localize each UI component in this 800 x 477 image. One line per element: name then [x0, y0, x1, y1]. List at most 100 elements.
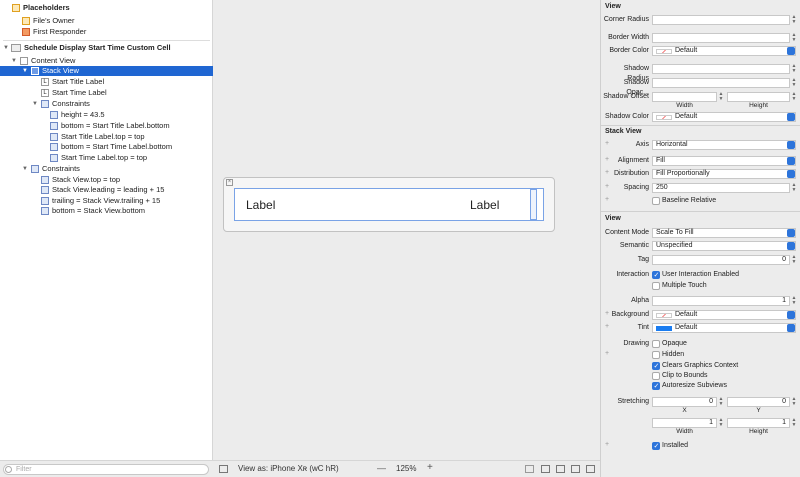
- outline-constraint[interactable]: Start Title Label.top = top: [0, 132, 213, 142]
- border-width-field[interactable]: [652, 33, 790, 43]
- stretch-width-stepper[interactable]: ▲ ▼: [718, 418, 724, 428]
- outline-constraint[interactable]: Stack View.top = top: [0, 175, 213, 185]
- add-variation-icon[interactable]: +: [605, 350, 609, 357]
- spacing-field[interactable]: 250: [652, 183, 790, 193]
- outline-start-title-label[interactable]: L Start Title Label: [0, 77, 213, 87]
- distribution-popup[interactable]: Fill Proportionally: [652, 169, 796, 179]
- embed-in-icon[interactable]: [541, 465, 550, 473]
- shadow-opacity-stepper[interactable]: ▲ ▼: [791, 78, 797, 88]
- align-icon[interactable]: [556, 465, 565, 473]
- zoom-in-button[interactable]: +: [427, 462, 433, 473]
- semantic-popup[interactable]: Unspecified: [652, 241, 796, 251]
- height-constraint-icon: [50, 111, 58, 119]
- disclosure-triangle-icon[interactable]: ▼: [21, 164, 29, 174]
- baseline-relative-checkbox[interactable]: [652, 197, 660, 205]
- corner-radius-label: Corner Radius: [603, 16, 649, 23]
- chevron-down-icon: [787, 170, 795, 178]
- stack-view-frame[interactable]: Label Label: [234, 188, 544, 221]
- background-popup[interactable]: Default: [652, 310, 796, 320]
- resolve-issues-icon[interactable]: [586, 465, 595, 473]
- view-as-device[interactable]: View as: iPhone Xʀ (wC hR): [238, 464, 339, 473]
- tag-field[interactable]: 0: [652, 255, 790, 265]
- installed-checkbox[interactable]: [652, 442, 660, 450]
- outline-content-view[interactable]: ▼ Content View: [0, 56, 213, 66]
- alpha-field[interactable]: 1: [652, 296, 790, 306]
- outline-constraint[interactable]: bottom = Start Time Label.bottom: [0, 142, 213, 152]
- shadow-offset-height-field[interactable]: [727, 92, 790, 102]
- alignment-popup[interactable]: Fill: [652, 156, 796, 166]
- chevron-down-icon: [787, 113, 795, 121]
- outline-constraints-outer[interactable]: ▼ Constraints: [0, 164, 213, 174]
- add-variation-icon[interactable]: +: [605, 441, 609, 448]
- bottom-bar: Filter View as: iPhone Xʀ (wC hR) — 125%…: [0, 460, 600, 477]
- filter-input[interactable]: Filter: [3, 464, 209, 475]
- clears-graphics-checkbox[interactable]: [652, 362, 660, 370]
- outline-constraint[interactable]: bottom = Stack View.bottom: [0, 206, 213, 216]
- shadow-opacity-field[interactable]: [652, 78, 790, 88]
- content-mode-popup[interactable]: Scale To Fill: [652, 228, 796, 238]
- shadow-offset-width-stepper[interactable]: ▲ ▼: [718, 92, 724, 102]
- outline-constraints-inner[interactable]: ▼ Constraints: [0, 99, 213, 109]
- stretch-y-stepper[interactable]: ▲ ▼: [791, 397, 797, 407]
- opaque-checkbox[interactable]: [652, 340, 660, 348]
- disclosure-triangle-icon[interactable]: ▼: [21, 66, 29, 76]
- outline-constraint[interactable]: Start Time Label.top = top: [0, 153, 213, 163]
- outline-constraint[interactable]: Stack View.leading = leading + 15: [0, 185, 213, 195]
- outline-start-time-label[interactable]: L Start Time Label: [0, 88, 213, 98]
- outline-files-owner[interactable]: File's Owner: [0, 16, 213, 26]
- update-frames-icon[interactable]: [525, 465, 534, 473]
- stretch-height-field[interactable]: 1: [727, 418, 790, 428]
- axis-label: Axis: [635, 141, 649, 148]
- multiple-touch-checkbox[interactable]: [652, 282, 660, 290]
- interface-builder-canvas[interactable]: × Label Label: [213, 0, 600, 460]
- shadow-radius-stepper[interactable]: ▲ ▼: [791, 64, 797, 74]
- add-variation-icon[interactable]: +: [605, 196, 609, 203]
- zoom-out-button[interactable]: —: [377, 463, 386, 473]
- stretch-height-stepper[interactable]: ▲ ▼: [791, 418, 797, 428]
- border-width-stepper[interactable]: ▲ ▼: [791, 33, 797, 43]
- placeholders-header[interactable]: Placeholders: [0, 3, 213, 13]
- stretch-x-field[interactable]: 0: [652, 397, 717, 407]
- sidebar-toggle-icon[interactable]: [219, 465, 228, 473]
- close-icon[interactable]: ×: [226, 179, 233, 186]
- disclosure-triangle-icon[interactable]: ▼: [10, 56, 18, 66]
- outline-cell[interactable]: ▼ Schedule Display Start Time Custom Cel…: [0, 43, 213, 53]
- height-caption: Height: [749, 102, 768, 109]
- outline-constraint[interactable]: trailing = Stack View.trailing + 15: [0, 196, 213, 206]
- border-color-popup[interactable]: Default: [652, 46, 796, 56]
- shadow-color-popup[interactable]: Default: [652, 112, 796, 122]
- outline-first-responder[interactable]: First Responder: [0, 27, 213, 37]
- spacing-stepper[interactable]: ▲ ▼: [791, 183, 797, 193]
- resize-handle[interactable]: [530, 189, 537, 220]
- stretch-width-field[interactable]: 1: [652, 418, 717, 428]
- shadow-offset-height-stepper[interactable]: ▲ ▼: [791, 92, 797, 102]
- disclosure-triangle-icon[interactable]: ▼: [2, 43, 10, 53]
- stretch-y-field[interactable]: 0: [727, 397, 790, 407]
- shadow-offset-width-field[interactable]: [652, 92, 717, 102]
- alpha-label: Alpha: [631, 297, 649, 304]
- add-constraints-icon[interactable]: [571, 465, 580, 473]
- alpha-stepper[interactable]: ▲ ▼: [791, 296, 797, 306]
- clip-to-bounds-checkbox[interactable]: [652, 372, 660, 380]
- stretch-x-stepper[interactable]: ▲ ▼: [718, 397, 724, 407]
- outline-constraint[interactable]: height = 43.5: [0, 110, 213, 120]
- hidden-checkbox[interactable]: [652, 351, 660, 359]
- border-width-label: Border Width: [608, 34, 649, 41]
- stack-view-icon: [31, 67, 39, 75]
- autoresize-subviews-checkbox[interactable]: [652, 382, 660, 390]
- outline-stack-view[interactable]: ▼ Stack View: [0, 66, 213, 76]
- corner-radius-stepper[interactable]: ▲ ▼: [791, 15, 797, 25]
- label-right[interactable]: Label: [470, 198, 499, 212]
- y-caption: Y: [756, 407, 761, 414]
- filter-icon: [5, 466, 12, 473]
- cell-scene[interactable]: × Label Label: [223, 177, 555, 232]
- disclosure-triangle-icon[interactable]: ▼: [31, 99, 39, 109]
- label-left[interactable]: Label: [246, 198, 275, 212]
- outline-constraint[interactable]: bottom = Start Title Label.bottom: [0, 121, 213, 131]
- axis-popup[interactable]: Horizontal: [652, 140, 796, 150]
- tag-stepper[interactable]: ▲ ▼: [791, 255, 797, 265]
- shadow-radius-field[interactable]: [652, 64, 790, 74]
- user-interaction-checkbox[interactable]: [652, 271, 660, 279]
- corner-radius-field[interactable]: [652, 15, 790, 25]
- tint-popup[interactable]: Default: [652, 323, 796, 333]
